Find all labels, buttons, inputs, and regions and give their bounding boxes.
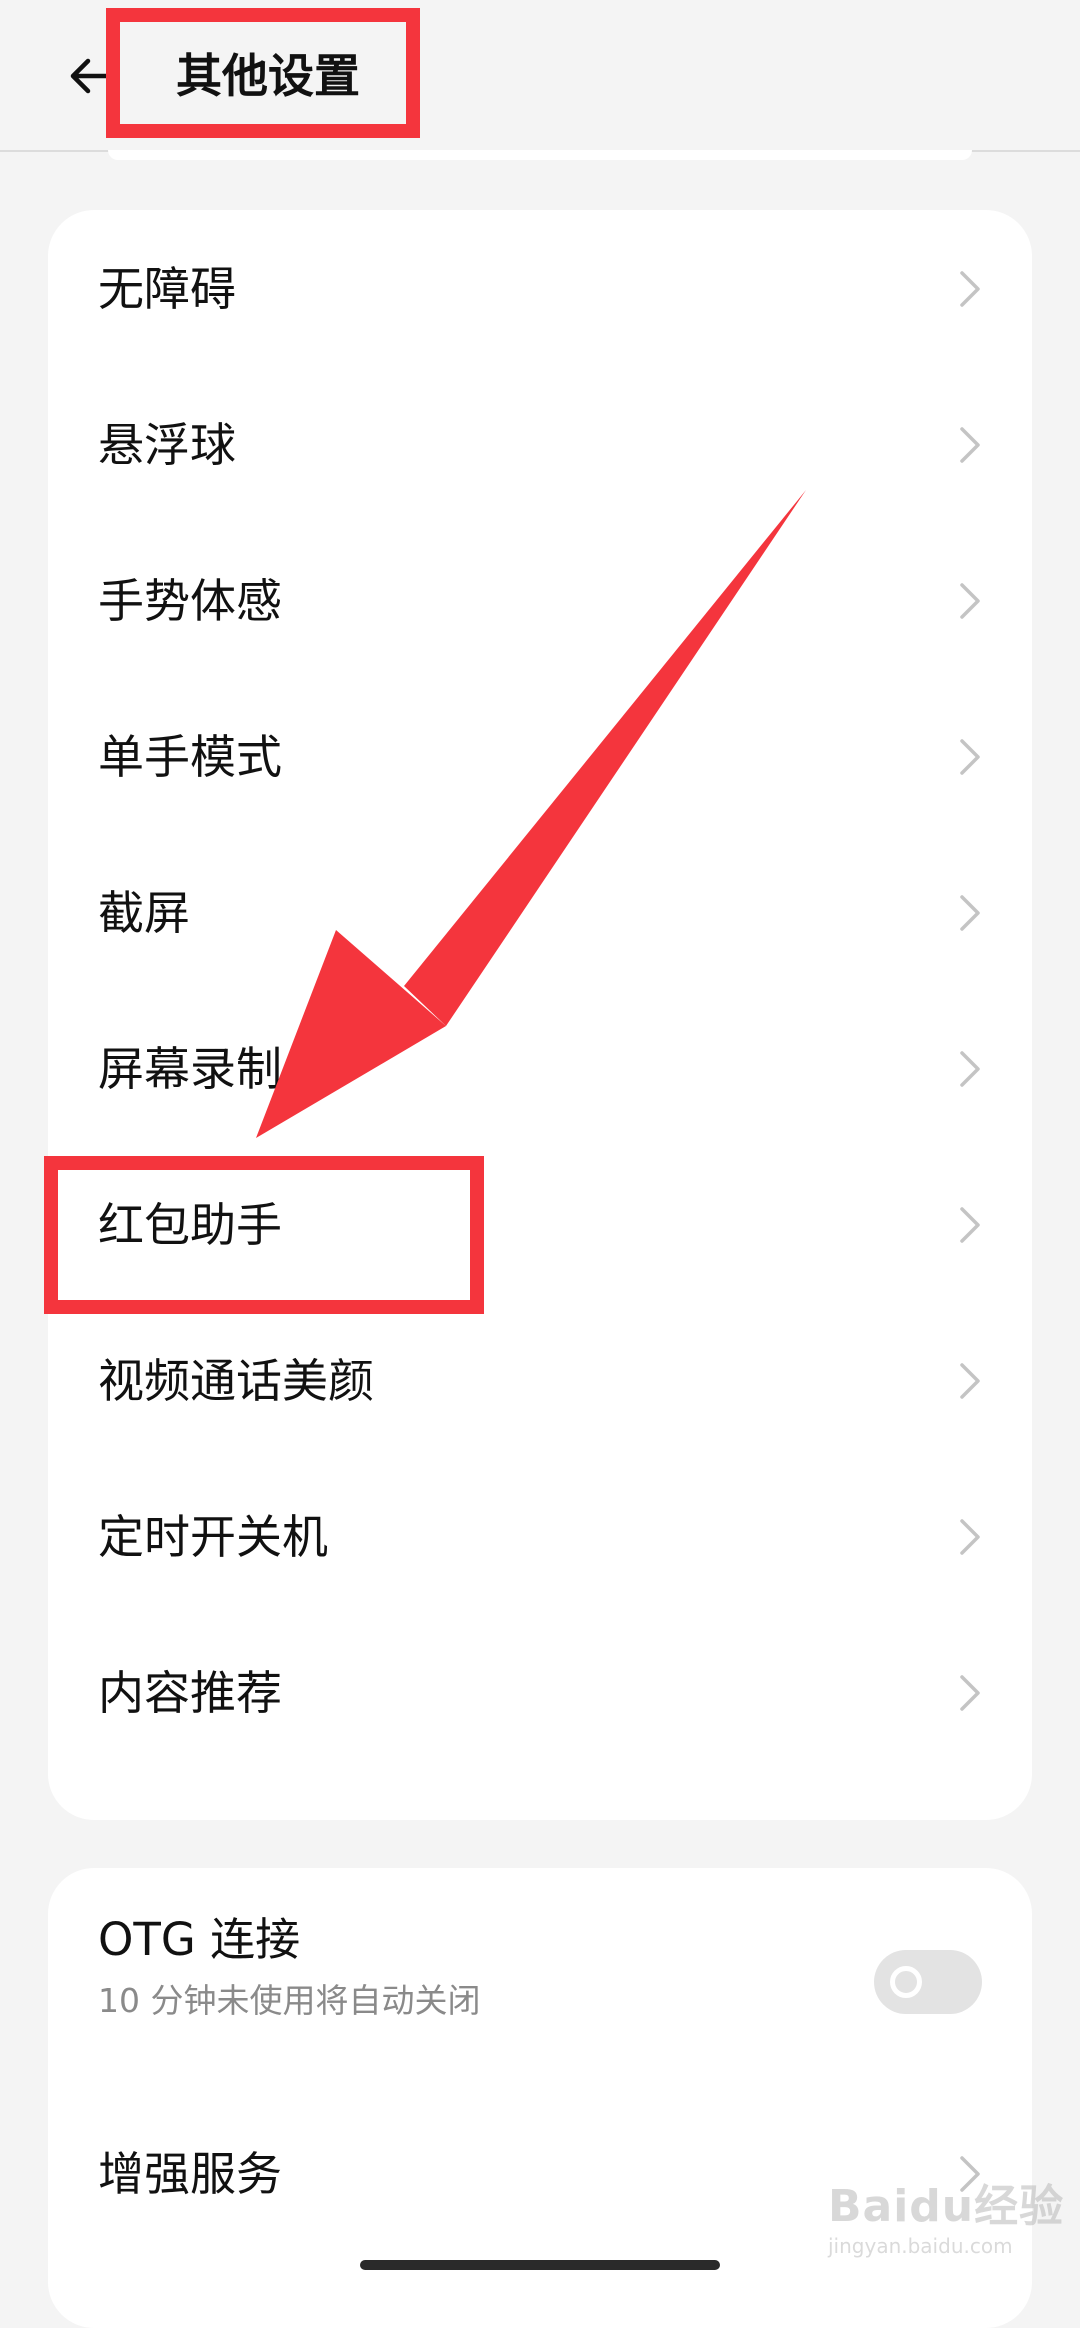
chevron-right-icon: [960, 1051, 980, 1087]
list-item-label: 内容推荐: [98, 1666, 282, 1720]
title-highlight-box: [106, 8, 420, 138]
chevron-right-icon: [960, 1519, 980, 1555]
list-item-accessibility[interactable]: 无障碍: [48, 211, 1032, 367]
list-item-one-hand-mode[interactable]: 单手模式: [48, 679, 1032, 835]
list-item-label: 屏幕录制: [98, 1042, 282, 1096]
toggle-knob: [890, 1966, 922, 1998]
list-item-floating-ball[interactable]: 悬浮球: [48, 367, 1032, 523]
red-packet-highlight-box: [44, 1156, 484, 1314]
list-item-screen-recording[interactable]: 屏幕录制: [48, 991, 1032, 1147]
previous-card-edge: [108, 150, 972, 160]
chevron-right-icon: [960, 1675, 980, 1711]
list-item-scheduled-power[interactable]: 定时开关机: [48, 1459, 1032, 1615]
list-item-label: 视频通话美颜: [98, 1354, 374, 1408]
list-item-otg[interactable]: OTG 连接 10 分钟未使用将自动关闭: [48, 1868, 1032, 2096]
chevron-right-icon: [960, 583, 980, 619]
list-item-content-recommendation[interactable]: 内容推荐: [48, 1615, 1032, 1771]
list-item-label: 单手模式: [98, 730, 282, 784]
list-item-label: 截屏: [98, 886, 190, 940]
otg-subtitle: 10 分钟未使用将自动关闭: [98, 1981, 481, 2020]
chevron-right-icon: [960, 895, 980, 931]
list-item-label: 无障碍: [98, 262, 236, 316]
otg-title: OTG 连接: [98, 1913, 301, 1966]
list-item-gestures[interactable]: 手势体感: [48, 523, 1032, 679]
list-item-video-call-beauty[interactable]: 视频通话美颜: [48, 1303, 1032, 1459]
list-item-label: 增强服务: [98, 2147, 282, 2201]
otg-toggle[interactable]: [874, 1950, 982, 2014]
chevron-right-icon: [960, 427, 980, 463]
list-item-label: 定时开关机: [98, 1510, 328, 1564]
watermark-url: jingyan.baidu.com: [828, 2234, 1013, 2258]
chevron-right-icon: [960, 739, 980, 775]
settings-card-main: 无障碍 悬浮球 手势体感 单手模式 截屏 屏幕录制 红包助手 视频通话美颜 定时…: [48, 210, 1032, 1820]
baidu-watermark: Baidu经验 jingyan.baidu.com: [828, 2160, 1063, 2270]
chevron-right-icon: [960, 271, 980, 307]
watermark-brand: Baidu经验: [828, 2181, 1065, 2232]
chevron-right-icon: [960, 1207, 980, 1243]
home-indicator[interactable]: [360, 2260, 720, 2270]
list-item-screenshot[interactable]: 截屏: [48, 835, 1032, 991]
chevron-right-icon: [960, 1363, 980, 1399]
list-item-label: 手势体感: [98, 574, 282, 628]
list-item-label: 悬浮球: [98, 418, 236, 472]
